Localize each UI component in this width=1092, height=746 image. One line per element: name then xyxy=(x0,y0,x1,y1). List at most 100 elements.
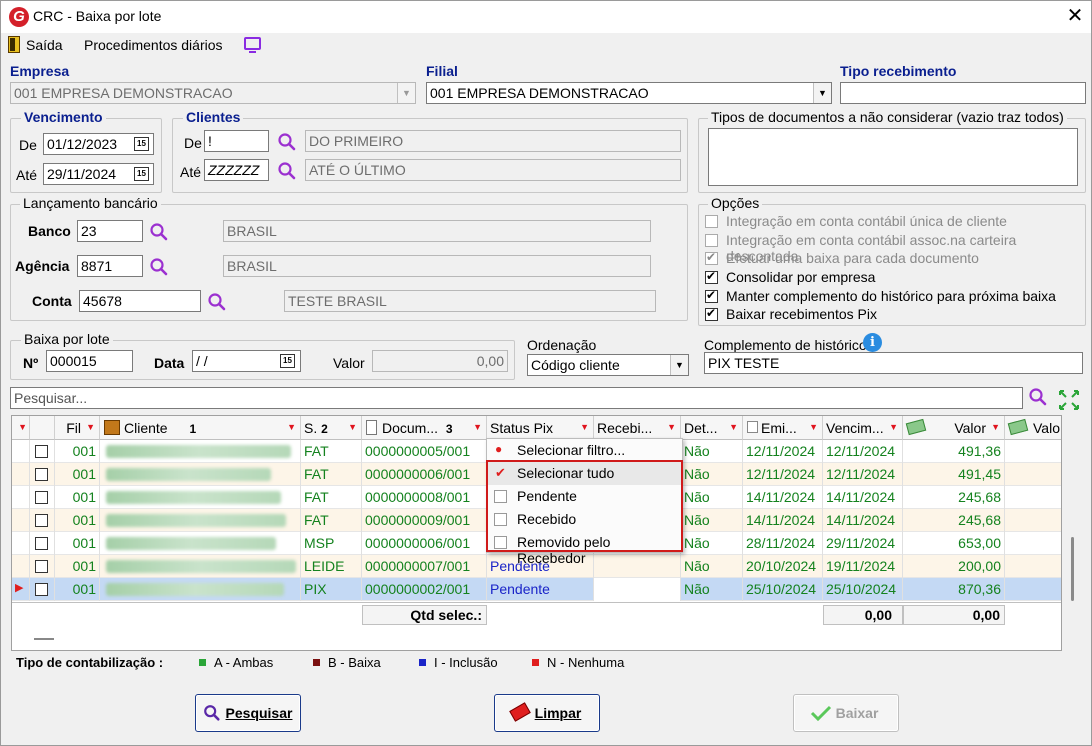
agencia-input[interactable]: 8871 xyxy=(77,255,143,277)
cell-doc: 0000000007/001 xyxy=(362,555,487,578)
document-icon xyxy=(366,420,377,435)
redacted-client-name xyxy=(106,583,284,596)
cell-s: FAT xyxy=(301,509,362,532)
vertical-scrollbar[interactable] xyxy=(1063,415,1083,651)
calendar-icon[interactable]: 15 xyxy=(134,137,149,151)
cell-emi: 14/11/2024 xyxy=(743,486,823,509)
filter-icon[interactable]: ▼ xyxy=(809,422,818,432)
scrollbar-thumb[interactable] xyxy=(1071,537,1074,601)
filter-icon[interactable]: ▼ xyxy=(667,422,676,432)
calendar-icon[interactable]: 15 xyxy=(280,354,295,368)
opcao-checkbox[interactable] xyxy=(705,250,718,265)
filter-icon[interactable]: ▼ xyxy=(729,422,738,432)
cell-emi: 25/10/2024 xyxy=(743,578,823,601)
calendar-icon[interactable]: 15 xyxy=(134,167,149,181)
filter-icon[interactable]: ▼ xyxy=(86,422,95,432)
clientes-de-input[interactable]: ! xyxy=(204,130,269,152)
opcao-checkbox[interactable] xyxy=(705,269,718,284)
close-icon[interactable]: ✕ xyxy=(1063,4,1087,28)
cell-valor: 245,68 xyxy=(903,509,1005,532)
cell-venc: 12/11/2024 xyxy=(823,463,903,486)
ordenacao-select[interactable]: Código cliente ▼ xyxy=(527,354,689,376)
row-checkbox[interactable] xyxy=(35,537,48,550)
pesquisar-button[interactable]: Pesquisar xyxy=(195,694,301,732)
header-emi[interactable]: Emi... ▼ xyxy=(743,416,823,440)
chevron-down-icon[interactable]: ▼ xyxy=(397,83,415,103)
search-icon[interactable] xyxy=(149,222,169,242)
cell-fil: 001 xyxy=(55,532,100,555)
filter-icon[interactable]: ▼ xyxy=(287,422,296,432)
row-checkbox[interactable] xyxy=(35,445,48,458)
legend-swatch-a xyxy=(199,659,206,666)
filial-label: Filial xyxy=(426,63,458,79)
filial-select[interactable]: 001 EMPRESA DEMONSTRACAO ▼ xyxy=(426,82,832,104)
scroll-handle[interactable] xyxy=(34,638,54,640)
header-fil-label: Fil xyxy=(66,420,81,436)
row-checkbox[interactable] xyxy=(35,560,48,573)
row-checkbox[interactable] xyxy=(35,491,48,504)
header-det[interactable]: Det... ▼ xyxy=(681,416,743,440)
filter-icon[interactable]: ▼ xyxy=(473,422,482,432)
table-row[interactable]: ▶ 001 PIX 0000000002/001 Pendente Não 25/10/20… xyxy=(12,578,1061,601)
cliente-cell xyxy=(100,486,301,509)
complemento-input[interactable]: PIX TESTE xyxy=(704,352,1083,374)
cell-venc: 29/11/2024 xyxy=(823,532,903,555)
filter-icon[interactable]: ▼ xyxy=(580,422,589,432)
baixar-button[interactable]: Baixar xyxy=(793,694,899,732)
limpar-button[interactable]: Limpar xyxy=(494,694,600,732)
search-icon[interactable] xyxy=(277,132,297,152)
opcao-checkbox[interactable] xyxy=(705,306,718,321)
header-cliente[interactable]: Cliente 1 ▼ xyxy=(100,416,301,440)
row-indicator xyxy=(12,555,30,578)
filter-icon[interactable]: ▼ xyxy=(348,422,357,432)
header-fil[interactable]: Fil ▼ xyxy=(55,416,100,440)
row-checkbox[interactable] xyxy=(35,583,48,596)
monitor-icon[interactable] xyxy=(244,37,261,50)
info-icon[interactable]: i xyxy=(863,333,882,352)
filter-icon[interactable]: ▼ xyxy=(889,422,898,432)
menu-procedimentos[interactable]: Procedimentos diários xyxy=(84,37,223,53)
tipos-documentos-input[interactable] xyxy=(708,128,1078,186)
chevron-down-icon[interactable]: ▼ xyxy=(670,355,688,375)
search-icon[interactable] xyxy=(1028,387,1048,407)
row-check-cell xyxy=(30,440,55,463)
header-check[interactable] xyxy=(30,416,55,440)
search-icon[interactable] xyxy=(207,292,227,312)
cell-s: PIX xyxy=(301,578,362,601)
menu-item-label: Selecionar filtro... xyxy=(517,442,626,458)
header-valor[interactable]: Valor ▼ xyxy=(903,416,1005,440)
search-icon[interactable] xyxy=(149,257,169,277)
chevron-down-icon[interactable]: ▼ xyxy=(813,83,831,103)
valor-input: 0,00 xyxy=(372,350,508,372)
cliente-cell xyxy=(100,578,301,601)
conta-input[interactable]: 45678 xyxy=(79,290,201,312)
clientes-ate-input[interactable]: ZZZZZZ xyxy=(204,159,269,181)
opcao-checkbox[interactable] xyxy=(705,215,718,228)
menu-saida[interactable]: Saída xyxy=(26,37,63,53)
opcao-checkbox[interactable] xyxy=(705,234,718,247)
row-checkbox[interactable] xyxy=(35,514,48,527)
tipo-recebimento-input[interactable] xyxy=(840,82,1086,104)
header-recebi[interactable]: Recebi... ▼ xyxy=(594,416,681,440)
cell-det: Não xyxy=(681,486,743,509)
search-input[interactable]: Pesquisar... xyxy=(10,387,1023,409)
header-docum[interactable]: Docum... 3 ▼ xyxy=(362,416,487,440)
opcao-checkbox[interactable] xyxy=(705,288,718,303)
checkmark-icon xyxy=(810,705,832,721)
row-indicator xyxy=(12,532,30,555)
clientes-de-label: De xyxy=(184,135,202,151)
expand-icon[interactable] xyxy=(1058,389,1080,411)
numero-input[interactable]: 000015 xyxy=(46,350,133,372)
header-valo[interactable]: Valo xyxy=(1005,416,1061,440)
header-vencim[interactable]: Vencim... ▼ xyxy=(823,416,903,440)
search-icon[interactable] xyxy=(277,161,297,181)
main-window: G CRC - Baixa por lote ✕ Saída Procedime… xyxy=(0,0,1092,746)
menu-select-filter[interactable]: ● Selecionar filtro... xyxy=(487,439,682,462)
header-s[interactable]: S. 2 ▼ xyxy=(301,416,362,440)
filter-icon[interactable]: ▼ xyxy=(991,422,1000,432)
row-checkbox[interactable] xyxy=(35,468,48,481)
vencimento-de-label: De xyxy=(19,137,37,153)
empresa-select[interactable]: 001 EMPRESA DEMONSTRACAO ▼ xyxy=(10,82,416,104)
header-status-pix[interactable]: Status Pix ▼ xyxy=(487,416,594,440)
banco-input[interactable]: 23 xyxy=(77,220,143,242)
